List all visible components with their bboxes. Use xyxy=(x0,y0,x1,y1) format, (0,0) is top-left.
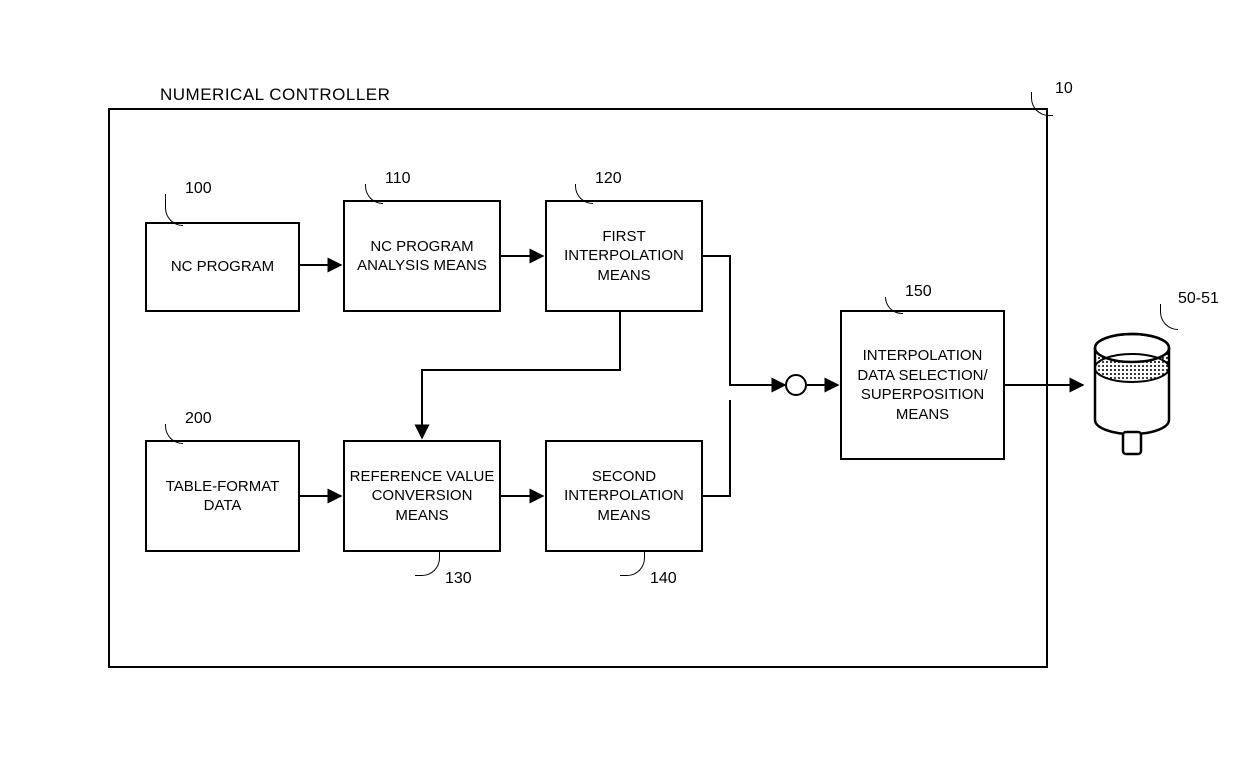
block-sel-super: INTERPOLATION DATA SELECTION/ SUPERPOSIT… xyxy=(840,310,1005,460)
block-label: TABLE-FORMAT DATA xyxy=(151,477,294,516)
block-nc-program: NC PROGRAM xyxy=(145,222,300,312)
block-label: NC PROGRAM xyxy=(171,257,274,277)
ref-110: 110 xyxy=(385,170,411,188)
diagram-canvas: NUMERICAL CONTROLLER 10 NC PROGRAM 100 N… xyxy=(0,0,1240,780)
block-label: INTERPOLATION DATA SELECTION/ SUPERPOSIT… xyxy=(846,346,999,424)
block-label: NC PROGRAM ANALYSIS MEANS xyxy=(349,237,495,276)
block-first-interp: FIRST INTERPOLATION MEANS xyxy=(545,200,703,312)
ref-150: 150 xyxy=(905,283,932,301)
block-label: FIRST INTERPOLATION MEANS xyxy=(551,227,697,286)
block-second-interp: SECOND INTERPOLATION MEANS xyxy=(545,440,703,552)
ref-130: 130 xyxy=(445,570,472,588)
ref-10: 10 xyxy=(1055,80,1073,98)
block-label: REFERENCE VALUE CONVERSION MEANS xyxy=(349,467,495,526)
ref-140: 140 xyxy=(650,570,677,588)
block-nc-analysis: NC PROGRAM ANALYSIS MEANS xyxy=(343,200,501,312)
motor-icon xyxy=(1085,320,1180,470)
summing-junction xyxy=(785,374,807,396)
ref-100: 100 xyxy=(185,180,212,198)
numerical-controller-title: NUMERICAL CONTROLLER xyxy=(160,85,390,105)
ref-motor: 50-51 xyxy=(1178,290,1219,308)
block-ref-conv: REFERENCE VALUE CONVERSION MEANS xyxy=(343,440,501,552)
ref-200: 200 xyxy=(185,410,212,428)
ref-120: 120 xyxy=(595,170,622,188)
block-label: SECOND INTERPOLATION MEANS xyxy=(551,467,697,526)
block-table-data: TABLE-FORMAT DATA xyxy=(145,440,300,552)
